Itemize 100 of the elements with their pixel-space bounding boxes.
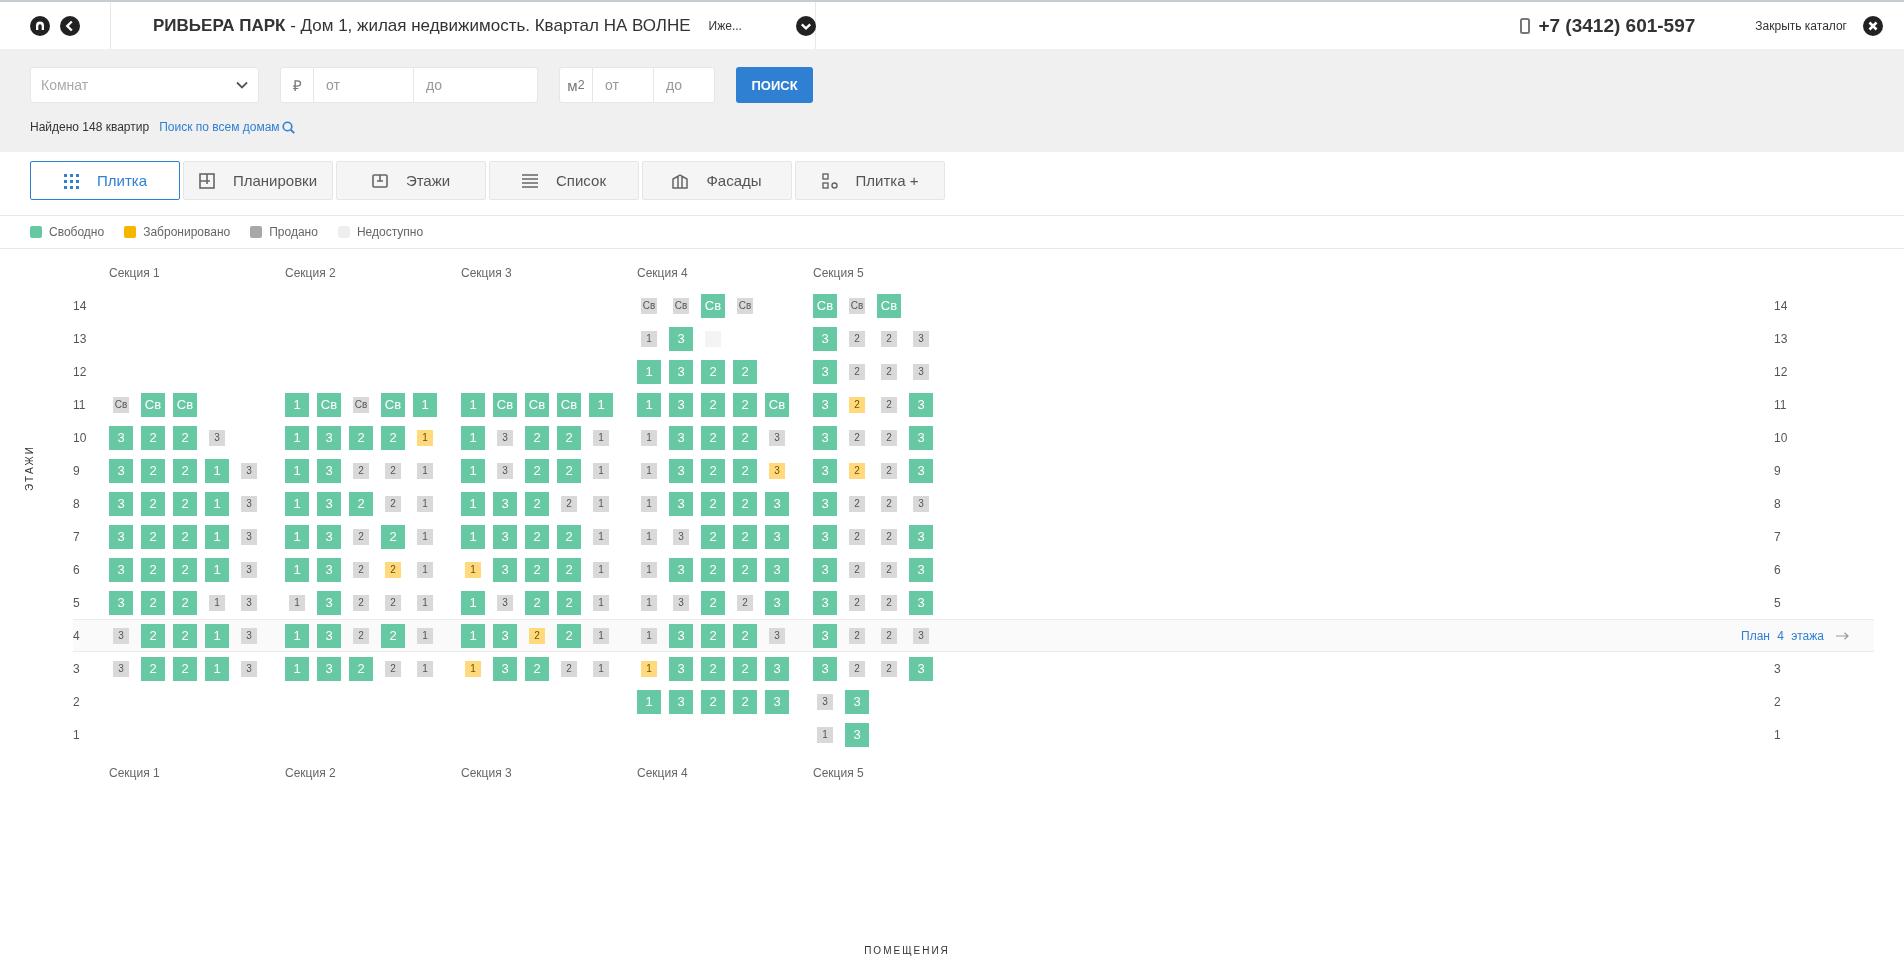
apartment-cell[interactable]: 2 <box>525 491 549 516</box>
apartment-cell[interactable]: 3 <box>317 491 341 516</box>
apartment-cell[interactable]: 2 <box>141 656 165 681</box>
apartment-cell[interactable]: 1 <box>285 623 309 648</box>
apartment-cell[interactable]: 3 <box>813 392 837 417</box>
apartment-cell[interactable]: 2 <box>525 524 549 549</box>
apartment-cell[interactable]: 3 <box>493 524 517 549</box>
apartment-cell[interactable]: 2 <box>701 656 725 681</box>
apartment-cell[interactable]: 3 <box>669 458 693 483</box>
apartment-cell[interactable]: 2 <box>881 495 897 512</box>
apartment-cell[interactable]: 3 <box>813 458 837 483</box>
apartment-cell[interactable]: 3 <box>673 594 689 611</box>
apartment-cell[interactable]: 2 <box>733 557 757 582</box>
apartment-cell[interactable]: Св <box>737 297 753 314</box>
apartment-cell[interactable]: 1 <box>637 689 661 714</box>
apartment-cell[interactable]: 2 <box>701 590 725 615</box>
apartment-cell[interactable]: 3 <box>813 491 837 516</box>
apartment-cell[interactable]: 1 <box>285 524 309 549</box>
apartment-cell[interactable]: 2 <box>353 462 369 479</box>
apartment-cell[interactable]: 3 <box>497 594 513 611</box>
input-field[interactable]: до <box>414 67 538 103</box>
apartment-cell[interactable]: Св <box>849 297 865 314</box>
apartment-cell[interactable]: 2 <box>525 458 549 483</box>
view-tab[interactable]: Фасады <box>642 161 792 200</box>
apartment-cell[interactable]: 3 <box>909 656 933 681</box>
apartment-cell[interactable]: 3 <box>497 429 513 446</box>
apartment-cell[interactable]: 1 <box>641 330 657 347</box>
apartment-cell[interactable]: 3 <box>769 627 785 644</box>
view-tab[interactable]: Список <box>489 161 639 200</box>
apartment-cell[interactable]: 3 <box>669 326 693 351</box>
apartment-cell[interactable]: 2 <box>349 656 373 681</box>
input-field[interactable]: от <box>593 67 654 103</box>
apartment-cell[interactable]: 3 <box>113 660 129 677</box>
apartment-cell[interactable]: Св <box>765 392 789 417</box>
apartment-cell[interactable]: 3 <box>497 462 513 479</box>
apartment-cell[interactable]: 2 <box>561 660 577 677</box>
apartment-cell[interactable]: Св <box>525 392 549 417</box>
apartment-cell[interactable]: 2 <box>173 590 197 615</box>
apartment-cell[interactable]: 2 <box>701 524 725 549</box>
apartment-cell[interactable]: 2 <box>525 656 549 681</box>
apartment-cell[interactable]: 2 <box>557 590 581 615</box>
apartment-cell[interactable]: 1 <box>205 656 229 681</box>
apartment-cell[interactable]: 2 <box>557 425 581 450</box>
apartment-cell[interactable]: 2 <box>353 528 369 545</box>
apartment-cell[interactable]: 2 <box>701 491 725 516</box>
apartment-cell[interactable]: 2 <box>173 557 197 582</box>
apartment-cell[interactable]: 1 <box>417 528 433 545</box>
apartment-cell[interactable]: 1 <box>205 524 229 549</box>
apartment-cell[interactable]: 3 <box>669 491 693 516</box>
apartment-cell[interactable]: 3 <box>241 495 257 512</box>
apartment-cell[interactable]: 1 <box>417 429 433 446</box>
apartment-cell[interactable]: 2 <box>381 425 405 450</box>
view-tab[interactable]: Плитка + <box>795 161 945 200</box>
close-catalog-link[interactable]: Закрыть каталог <box>1755 18 1847 33</box>
apartment-cell[interactable]: 1 <box>209 594 225 611</box>
apartment-cell[interactable]: 3 <box>769 429 785 446</box>
apartment-cell[interactable]: 3 <box>669 425 693 450</box>
apartment-cell[interactable]: 2 <box>141 491 165 516</box>
apartment-cell[interactable]: 3 <box>813 656 837 681</box>
apartment-cell[interactable]: Св <box>813 293 837 318</box>
apartment-cell[interactable]: 3 <box>109 524 133 549</box>
apartment-cell[interactable]: 3 <box>909 557 933 582</box>
apartment-cell[interactable]: 3 <box>769 462 785 479</box>
apartment-cell[interactable]: 2 <box>141 425 165 450</box>
apartment-cell[interactable]: 3 <box>241 594 257 611</box>
apartment-cell[interactable]: 3 <box>765 689 789 714</box>
search-icon[interactable] <box>281 120 295 134</box>
apartment-cell[interactable]: Св <box>641 297 657 314</box>
apartment-cell[interactable]: 3 <box>765 491 789 516</box>
apartment-cell[interactable]: 3 <box>241 627 257 644</box>
apartment-cell[interactable]: 2 <box>173 425 197 450</box>
apartment-cell[interactable]: 1 <box>285 656 309 681</box>
input-field[interactable]: от <box>314 67 414 103</box>
apartment-cell[interactable]: 3 <box>845 689 869 714</box>
apartment-cell[interactable]: 1 <box>461 392 485 417</box>
apartment-cell[interactable]: 2 <box>385 462 401 479</box>
apartment-cell[interactable]: 2 <box>353 627 369 644</box>
input-field[interactable]: до <box>654 67 715 103</box>
apartment-cell[interactable]: 3 <box>913 627 929 644</box>
apartment-cell[interactable]: 1 <box>205 491 229 516</box>
apartment-cell[interactable]: 3 <box>109 590 133 615</box>
apartment-cell[interactable]: 3 <box>813 425 837 450</box>
apartment-cell[interactable]: 2 <box>737 594 753 611</box>
apartment-cell[interactable]: 3 <box>317 425 341 450</box>
apartment-cell[interactable]: 2 <box>141 524 165 549</box>
apartment-cell[interactable]: 3 <box>909 458 933 483</box>
apartment-cell[interactable]: 1 <box>417 495 433 512</box>
apartment-cell[interactable]: 2 <box>733 656 757 681</box>
apartment-cell[interactable]: 3 <box>109 557 133 582</box>
apartment-cell[interactable]: 2 <box>881 660 897 677</box>
apartment-cell[interactable]: 2 <box>173 491 197 516</box>
apartment-cell[interactable]: 3 <box>493 656 517 681</box>
apartment-cell[interactable]: 2 <box>381 623 405 648</box>
apartment-cell[interactable]: 2 <box>557 623 581 648</box>
apartment-cell[interactable]: 1 <box>461 623 485 648</box>
apartment-cell[interactable]: 3 <box>241 660 257 677</box>
apartment-cell[interactable]: 3 <box>813 524 837 549</box>
apartment-cell[interactable]: 1 <box>641 627 657 644</box>
apartment-cell[interactable]: 2 <box>849 495 865 512</box>
apartment-cell[interactable]: 1 <box>593 660 609 677</box>
